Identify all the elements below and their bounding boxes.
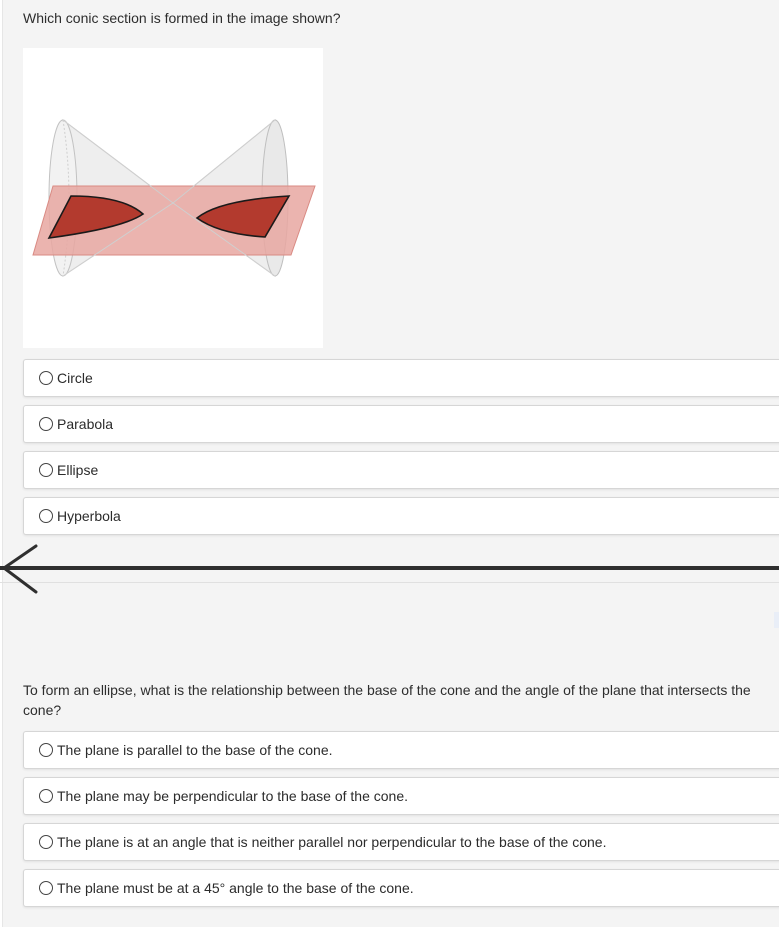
choice-label: The plane is at an angle that is neither… [57,834,607,850]
q1-choice-circle[interactable]: Circle [23,359,779,397]
radio-button-icon[interactable] [39,835,53,849]
q2-choice-neither[interactable]: The plane is at an angle that is neither… [23,823,779,861]
q1-choice-hyperbola[interactable]: Hyperbola [23,497,779,535]
radio-button-icon[interactable] [39,463,53,477]
quiz-page: Which conic section is formed in the ima… [2,0,779,927]
conic-section-figure [23,48,323,348]
radio-button-icon[interactable] [39,743,53,757]
radio-button-icon[interactable] [39,417,53,431]
question-2-text: To form an ellipse, what is the relation… [23,682,751,718]
divider-shadow [0,582,779,583]
double-cone-illustration [32,118,316,277]
question-1-text: Which conic section is formed in the ima… [23,10,341,26]
q2-choice-45-degree[interactable]: The plane must be at a 45° angle to the … [23,869,779,907]
radio-button-icon[interactable] [39,789,53,803]
q1-choice-parabola[interactable]: Parabola [23,405,779,443]
radio-button-icon[interactable] [39,509,53,523]
scroll-marker [774,612,779,628]
choice-label: Parabola [57,416,114,432]
chevron-left-icon[interactable] [0,540,40,598]
choice-label: Hyperbola [57,508,121,524]
choice-label: The plane may be perpendicular to the ba… [57,788,409,804]
radio-button-icon[interactable] [39,371,53,385]
choice-label: The plane must be at a 45° angle to the … [57,880,414,896]
radio-button-icon[interactable] [39,881,53,895]
choice-label: Circle [57,370,93,386]
section-divider [0,566,779,570]
q1-choice-ellipse[interactable]: Ellipse [23,451,779,489]
q2-choice-perpendicular[interactable]: The plane may be perpendicular to the ba… [23,777,779,815]
choice-label: The plane is parallel to the base of the… [57,742,333,758]
q2-choice-parallel[interactable]: The plane is parallel to the base of the… [23,731,779,769]
choice-label: Ellipse [57,462,99,478]
